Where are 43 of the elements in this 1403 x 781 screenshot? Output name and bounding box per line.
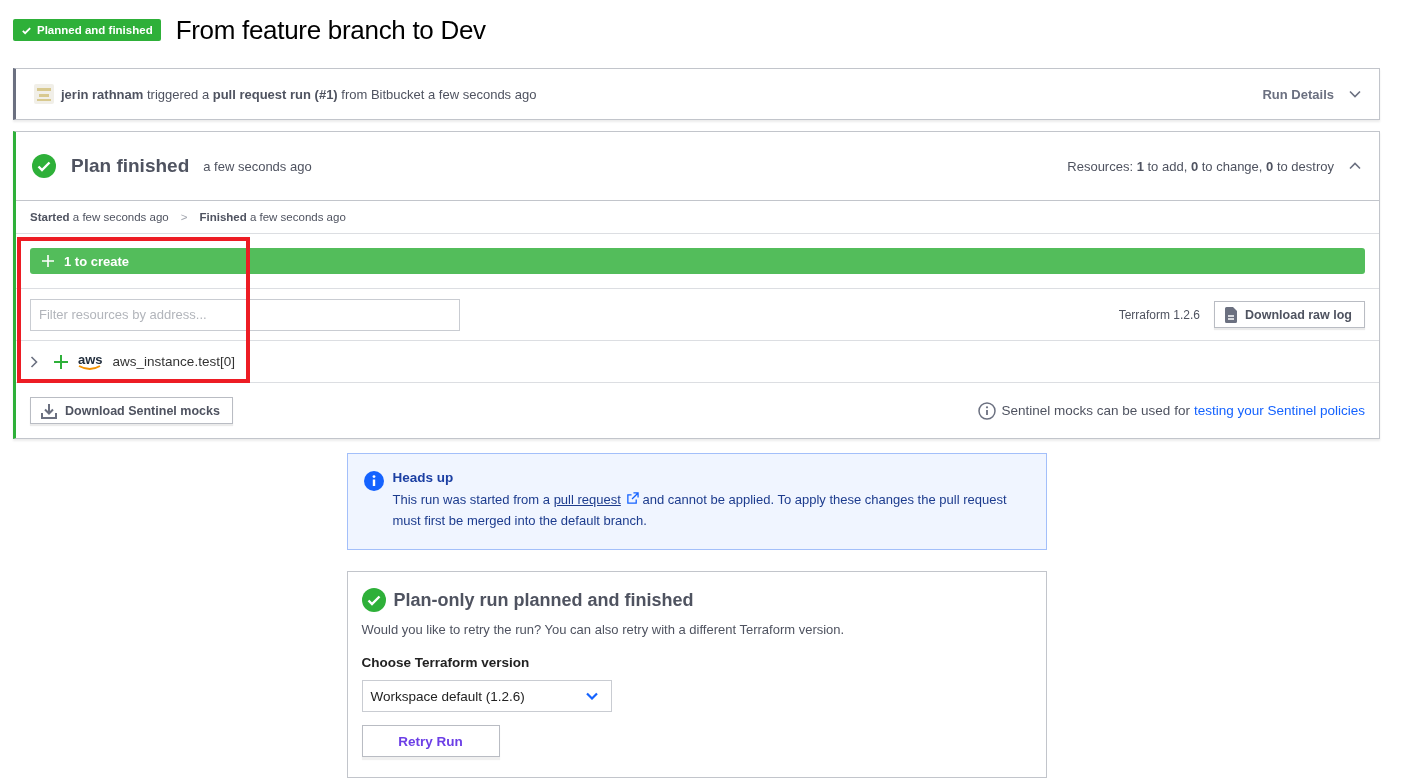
resources-summary: Resources: 1 to add, 0 to change, 0 to destroy xyxy=(1067,158,1334,174)
trigger-text: jerin rathnam triggered a pull request run (#1) from Bitbucket a few seconds ago xyxy=(61,86,538,102)
check-circle-icon xyxy=(361,588,386,612)
status-badge: Planned and finished xyxy=(13,19,161,41)
notice-text: This run was started from a pull request and cannot be applied. To apply these changes the pull request must first be merged into the default branch. xyxy=(392,491,1008,530)
collapse-button[interactable] xyxy=(1349,162,1361,170)
version-select[interactable]: Workspace default (1.2.6) xyxy=(361,680,612,712)
document-icon xyxy=(1225,306,1238,323)
notice-title: Heads up xyxy=(392,470,455,485)
expand-button[interactable] xyxy=(30,355,38,368)
create-count: 1 to create xyxy=(64,253,130,269)
chevron-icon xyxy=(30,355,38,368)
info-icon xyxy=(977,401,996,420)
mocks-note: Sentinel mocks can be used for xyxy=(1001,403,1190,418)
avatar-icon xyxy=(34,84,54,104)
pull-request-link[interactable]: pull request xyxy=(553,492,639,507)
plan-time: a few seconds ago xyxy=(203,158,312,174)
separator-mark: > xyxy=(180,211,188,223)
timeline-text: Started a few seconds ago xyxy=(30,211,169,223)
page-title: From feature branch to Dev xyxy=(175,14,486,46)
retry-text: Would you like to retry the run? You can also retry with a different Terraform version. xyxy=(361,622,846,637)
external-link-icon xyxy=(625,492,639,505)
download-mocks-button[interactable]: Download Sentinel mocks xyxy=(30,397,233,424)
run-details-button[interactable]: Run Details xyxy=(1262,86,1361,102)
retry-title: Plan-only run planned and finished xyxy=(393,589,694,611)
download-log-button[interactable]: Download raw log xyxy=(1214,301,1365,328)
provider-logo: aws xyxy=(78,352,103,371)
timeline-text: Finished a few seconds ago xyxy=(199,211,346,223)
sentinel-policies-link[interactable]: testing your Sentinel policies xyxy=(1193,403,1365,418)
resource-address: aws_instance.test[0] xyxy=(112,354,235,369)
download-icon xyxy=(41,402,57,419)
chevron-icon xyxy=(1349,90,1361,98)
plus-icon xyxy=(54,354,68,369)
retry-button[interactable]: Retry Run xyxy=(361,725,500,757)
plan-title: Plan finished xyxy=(71,155,190,177)
info-icon xyxy=(363,471,384,491)
filter-field[interactable]: Filter resources by address... xyxy=(30,298,460,331)
check-circle-icon xyxy=(32,154,56,178)
caret-icon xyxy=(585,692,598,700)
version-label: Choose Terraform version xyxy=(361,655,531,670)
terraform-version: Terraform 1.2.6 xyxy=(1118,307,1201,322)
plus-icon xyxy=(42,255,54,267)
chevron-icon xyxy=(1349,162,1361,170)
